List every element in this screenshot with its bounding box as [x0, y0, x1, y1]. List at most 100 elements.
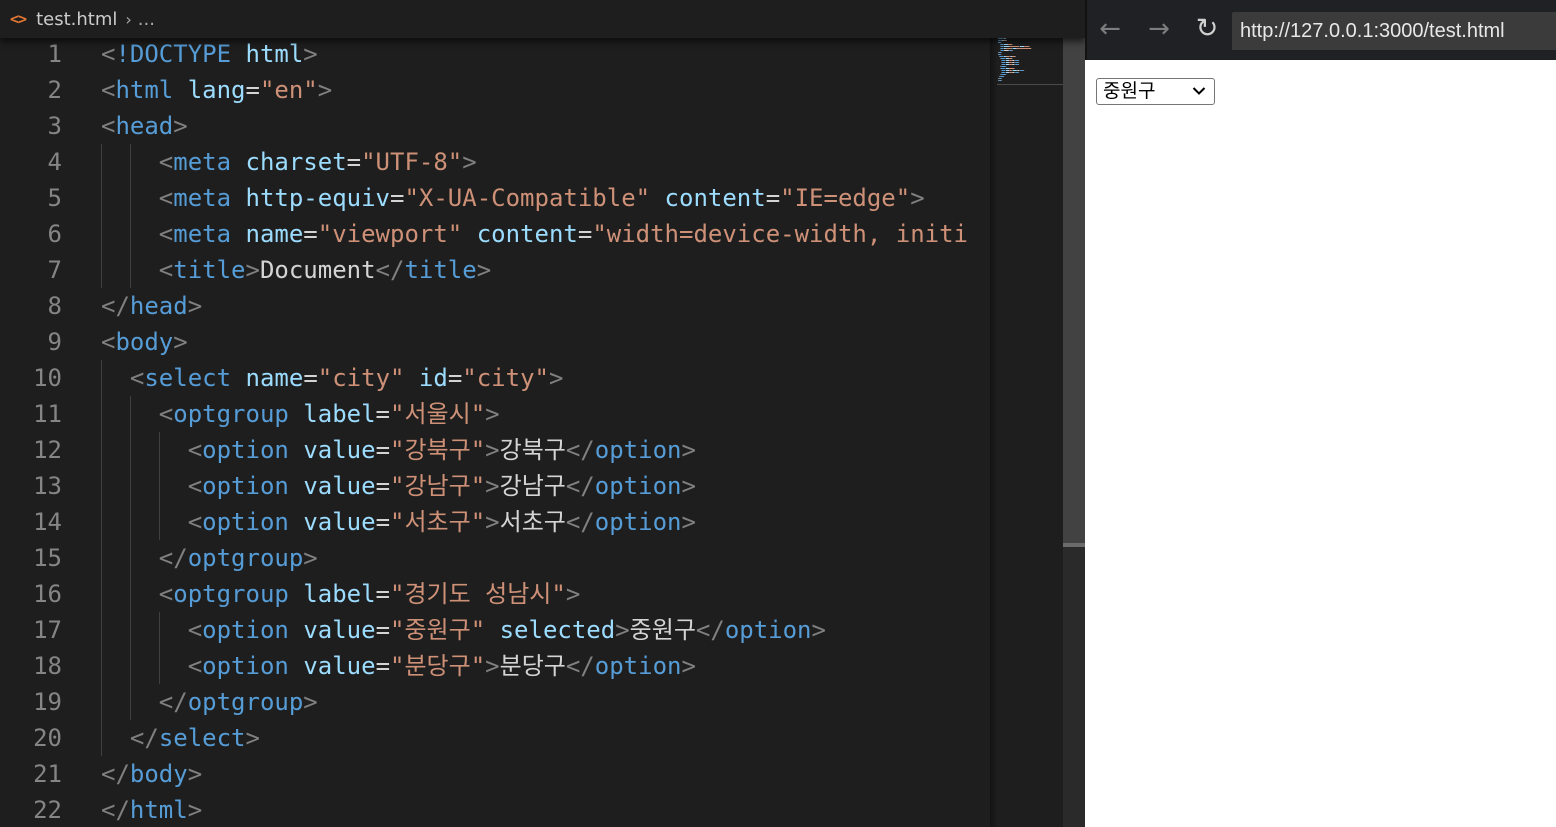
- code-line[interactable]: 20 </select>: [0, 720, 990, 756]
- code-token: </: [695, 616, 725, 644]
- city-select[interactable]: 중원구: [1096, 78, 1215, 105]
- code-line[interactable]: 11 <optgroup label="서울시">: [0, 396, 990, 432]
- code-token: lang: [187, 76, 246, 104]
- minimap-mark: [1005, 60, 1009, 61]
- code-line[interactable]: 9 <body>: [0, 324, 990, 360]
- code-text: </select>: [101, 720, 260, 756]
- line-number: 5: [47, 184, 62, 212]
- scrollbar-thumb[interactable]: [1063, 38, 1085, 544]
- code-token: >: [485, 508, 500, 536]
- minimap-mark: [998, 80, 1000, 81]
- code-token: <: [101, 76, 116, 104]
- code-token: "중원구": [390, 616, 486, 644]
- code-line[interactable]: 22 </html>: [0, 792, 990, 827]
- address-bar[interactable]: http://127.0.0.1:3000/test.html: [1232, 12, 1556, 50]
- minimap-mark: [1008, 58, 1010, 59]
- code-token: =: [375, 616, 391, 644]
- code-token: meta: [173, 184, 232, 212]
- code-line[interactable]: 5 <meta http-equiv="X-UA-Compatible" con…: [0, 180, 990, 216]
- code-token: "분당구": [390, 652, 486, 680]
- code-text: <!DOCTYPE html>: [101, 36, 318, 72]
- line-number: 1: [47, 40, 62, 68]
- code-token: >: [565, 580, 581, 608]
- minimap-mark: [998, 42, 999, 43]
- minimap-mark: [1005, 70, 1009, 71]
- code-token: value: [303, 436, 376, 464]
- minimap-mark: [1000, 48, 1003, 49]
- code-text: <title>Document</title>: [101, 252, 491, 288]
- code-token: head: [129, 292, 188, 320]
- code-line[interactable]: 15 </optgroup>: [0, 540, 990, 576]
- code-token: "UTF-8": [361, 148, 463, 176]
- code-token: title: [173, 256, 246, 284]
- code-line[interactable]: 7 <title>Document</title>: [0, 252, 990, 288]
- code-token: =: [375, 436, 391, 464]
- minimap-mark: [1015, 60, 1019, 61]
- minimap[interactable]: [997, 36, 1063, 86]
- code-text: <meta charset="UTF-8">: [101, 144, 477, 180]
- code-line[interactable]: 3 <head>: [0, 108, 990, 144]
- code-token: >: [187, 292, 203, 320]
- code-token: <: [187, 472, 203, 500]
- code-editor[interactable]: 1 <!DOCTYPE html> 2 <html lang="en"> 3 <head>…: [0, 0, 1085, 827]
- code-line[interactable]: 13 <option value="강남구">강남구</option>: [0, 468, 990, 504]
- minimap-mark: [1018, 60, 1020, 61]
- code-token: <: [187, 436, 203, 464]
- code-line[interactable]: 4 <meta charset="UTF-8">: [0, 144, 990, 180]
- code-token: >: [187, 796, 203, 824]
- breadcrumb-more[interactable]: ...: [138, 9, 155, 30]
- code-token: <: [187, 508, 203, 536]
- minimap-mark: [1001, 72, 1002, 73]
- line-number: 16: [33, 580, 62, 608]
- minimap-mark: [1011, 62, 1013, 63]
- minimap-mark: [1001, 80, 1002, 81]
- minimap-mark: [1001, 62, 1002, 63]
- code-line[interactable]: 21 </body>: [0, 756, 990, 792]
- minimap-mark: [999, 56, 1003, 57]
- code-line[interactable]: 18 <option value="분당구">분당구</option>: [0, 648, 990, 684]
- code-token: >: [681, 508, 696, 536]
- code-line[interactable]: 6 <meta name="viewport" content="width=d…: [0, 216, 990, 252]
- code-token: option: [594, 508, 682, 536]
- code-area[interactable]: 1 <!DOCTYPE html> 2 <html lang="en"> 3 <head>…: [0, 36, 990, 827]
- reload-icon[interactable]: ↻: [1192, 14, 1222, 44]
- breadcrumb-file[interactable]: test.html: [36, 9, 117, 30]
- code-line[interactable]: 10 <select name="city" id="city">: [0, 360, 990, 396]
- minimap-mark: [1000, 74, 1002, 75]
- code-token: >: [485, 436, 500, 464]
- code-line[interactable]: 19 </optgroup>: [0, 684, 990, 720]
- code-line[interactable]: 8 </head>: [0, 288, 990, 324]
- arrow-left-icon[interactable]: ←: [1095, 14, 1125, 44]
- code-token: =: [390, 184, 405, 212]
- code-text: <option value="중원구" selected>중원구</option…: [101, 612, 826, 648]
- arrow-right-icon[interactable]: →: [1144, 14, 1174, 44]
- minimap-mark: [1015, 64, 1019, 65]
- code-token: =: [346, 148, 362, 176]
- minimap-mark: [1000, 68, 1001, 69]
- minimap-mark: [1011, 64, 1013, 65]
- code-line[interactable]: 16 <optgroup label="경기도 성남시">: [0, 576, 990, 612]
- code-line[interactable]: 17 <option value="중원구" selected>중원구</opt…: [0, 612, 990, 648]
- code-token: select: [158, 724, 246, 752]
- code-line[interactable]: 1 <!DOCTYPE html>: [0, 36, 990, 72]
- code-line[interactable]: 2 <html lang="en">: [0, 72, 990, 108]
- code-token: optgroup: [187, 544, 304, 572]
- minimap-mark: [1000, 44, 1001, 45]
- line-number: 22: [33, 796, 62, 824]
- minimap-mark: [1014, 62, 1016, 63]
- code-token: =: [303, 220, 318, 248]
- minimap-mark: [998, 38, 1003, 39]
- minimap-mark: [999, 56, 1000, 57]
- minimap-mark: [1012, 50, 1013, 51]
- code-line[interactable]: 14 <option value="서초구">서초구</option>: [0, 504, 990, 540]
- minimap-mark: [1018, 64, 1020, 65]
- code-token: "IE=edge": [780, 184, 911, 212]
- code-line[interactable]: 12 <option value="강북구">강북구</option>: [0, 432, 990, 468]
- minimap-mark: [1001, 70, 1002, 71]
